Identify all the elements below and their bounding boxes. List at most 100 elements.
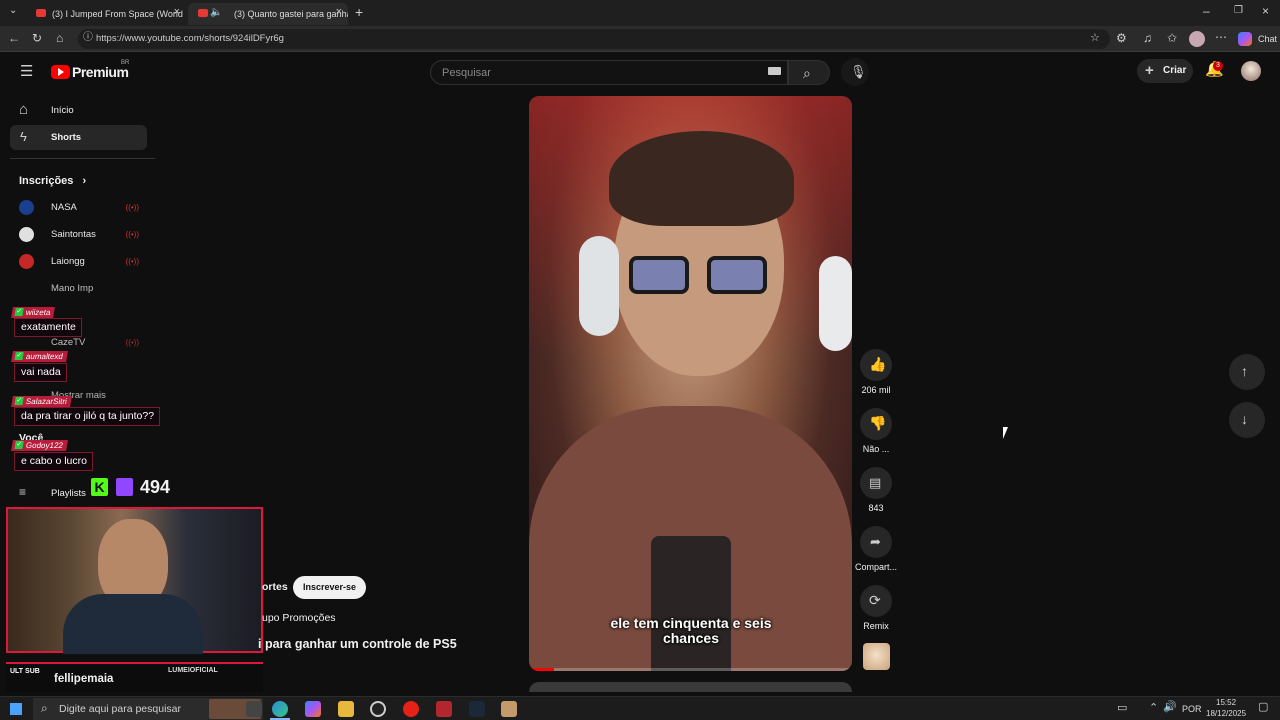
voice-search-button[interactable]: 🎙	[841, 58, 869, 86]
check-icon: ✓	[14, 441, 24, 449]
video-caption: ele tem cinquenta e seis chances	[610, 615, 772, 646]
live-indicator-icon: ((•))	[125, 203, 139, 212]
volume-icon[interactable]: 🔊	[1163, 702, 1177, 713]
sidebar-subscription-laiongg[interactable]: Laiongg ((•))	[10, 251, 155, 271]
subscribe-button[interactable]: Inscrever-se	[293, 576, 366, 599]
sidebar-item-home[interactable]: ⌂ Início	[10, 98, 147, 123]
taskbar-search-placeholder: Digite aqui para pesquisar	[59, 703, 181, 715]
keyboard-layout-icon[interactable]: ▭	[1117, 703, 1127, 714]
search-button[interactable]: ⌕	[788, 60, 830, 85]
share-icon: ➦	[870, 534, 881, 549]
short-group-text[interactable]: upo Promoções	[262, 612, 336, 624]
file-explorer-icon[interactable]	[338, 701, 354, 717]
create-button[interactable]: + Criar	[1137, 59, 1193, 83]
close-tab-icon[interactable]: ×	[336, 6, 342, 18]
sound-thumbnail[interactable]	[863, 643, 890, 670]
youtube-favicon-icon	[36, 9, 46, 17]
app-icon[interactable]	[501, 701, 517, 717]
play-triangle-icon	[58, 68, 64, 76]
video-progress-bar[interactable]	[529, 668, 852, 671]
language-indicator[interactable]: POR	[1182, 704, 1202, 714]
youtube-app-icon[interactable]	[403, 701, 419, 717]
share-button[interactable]: ➦	[860, 526, 892, 558]
favorites-icon[interactable]: ✩	[1167, 32, 1177, 44]
copilot-icon[interactable]	[1238, 32, 1252, 46]
subscriptions-title: Inscrições	[19, 175, 74, 187]
steam-icon[interactable]	[469, 701, 485, 717]
home-icon[interactable]: ⌂	[56, 32, 63, 44]
clock-time[interactable]: 15:52	[1216, 698, 1236, 707]
sidebar-item-playlists[interactable]: ≡ Playlists	[19, 486, 99, 502]
channel-avatar	[19, 200, 34, 215]
collections-icon[interactable]: ♫	[1143, 32, 1152, 44]
short-title[interactable]: i para ganhar um controle de PS5	[258, 637, 457, 651]
windows-start-icon[interactable]	[10, 703, 22, 715]
remix-label: Remix	[863, 621, 889, 631]
subscriptions-header[interactable]: Inscrições ›	[19, 175, 86, 187]
extensions-icon[interactable]: ⚙	[1116, 32, 1127, 44]
obs-icon[interactable]	[370, 701, 386, 717]
channel-name-fragment[interactable]: ortes	[262, 581, 288, 593]
task-view-icon[interactable]	[246, 701, 262, 717]
short-video-player[interactable]: ele tem cinquenta e seis chances	[529, 96, 852, 671]
tab-jumped-from-space[interactable]: (3) I Jumped From Space (World R ×	[26, 3, 186, 25]
account-avatar[interactable]	[1241, 61, 1261, 81]
speaker-icon[interactable]: 🔈	[210, 8, 222, 18]
tab-title: (3) Quanto gastei para ganhar	[234, 9, 348, 19]
clock-date[interactable]: 18/12/2025	[1206, 709, 1246, 718]
next-short-button[interactable]: ↓	[1229, 402, 1265, 438]
minimize-icon[interactable]: –	[1203, 5, 1210, 17]
keyboard-icon[interactable]	[768, 67, 781, 75]
profile-avatar[interactable]	[1189, 31, 1205, 47]
arrow-down-icon: ↓	[1241, 411, 1248, 427]
sidebar-subscription-nasa[interactable]: NASA ((•))	[10, 197, 155, 217]
youtube-page: ☰ Premium BR Pesquisar ⌕ 🎙 + Criar 🔔 3 ⌂…	[0, 52, 1280, 692]
edge-browser-icon[interactable]	[272, 701, 288, 717]
sidebar-item-shorts[interactable]: ϟ Shorts	[10, 125, 147, 150]
previous-short-button[interactable]: ↑	[1229, 354, 1265, 390]
chat-button[interactable]: Chat	[1258, 34, 1277, 44]
app-icon[interactable]	[436, 701, 452, 717]
reload-icon[interactable]: ↻	[32, 32, 42, 44]
close-window-icon[interactable]: ×	[1262, 5, 1269, 17]
dislike-label: Não ...	[862, 444, 890, 454]
chat-username: ✓ wiizeta	[11, 307, 56, 318]
show-hidden-icons-icon[interactable]: ⌃	[1149, 703, 1158, 714]
address-toolbar: ← ↻ ⌂ ⓘ https://www.youtube.com/shorts/9…	[0, 26, 1280, 52]
copilot-taskbar-icon[interactable]	[305, 701, 321, 717]
webcam-overlay	[6, 507, 263, 654]
new-tab-icon[interactable]: +	[355, 5, 363, 19]
dislike-button[interactable]: 👎	[860, 408, 892, 440]
like-button[interactable]: 👍	[860, 349, 892, 381]
site-info-icon[interactable]: ⓘ	[83, 33, 93, 43]
tab-quanto-gastei[interactable]: 🔈 (3) Quanto gastei para ganhar ×	[188, 3, 348, 25]
chat-message: exatamente	[14, 318, 82, 337]
close-tab-icon[interactable]: ×	[174, 6, 180, 18]
check-icon: ✓	[14, 308, 24, 316]
chat-username: ✓ SalazarSitri	[11, 396, 72, 407]
comments-button[interactable]: ▤	[860, 467, 892, 499]
microphone	[651, 536, 731, 671]
chat-username-text: wiizeta	[25, 308, 52, 317]
more-menu-icon[interactable]: ⋯	[1215, 31, 1227, 43]
favorite-star-icon[interactable]: ☆	[1090, 33, 1100, 44]
sidebar-subscription-saintontas[interactable]: Saintontas ((•))	[10, 224, 155, 244]
plus-icon: +	[1145, 62, 1154, 79]
remix-button[interactable]: ⟳	[860, 585, 892, 617]
maximize-icon[interactable]: ❐	[1234, 6, 1243, 16]
live-indicator-icon: ((•))	[125, 230, 139, 239]
chat-username-text: Godoy122	[25, 441, 64, 450]
back-icon[interactable]: ←	[8, 32, 20, 44]
tab-list-icon[interactable]: ⌄	[9, 6, 17, 16]
url-text: https://www.youtube.com/shorts/924ilDFyr…	[96, 33, 284, 44]
chat-username: ✓ Godoy122	[11, 440, 68, 451]
url-field[interactable]: ⓘ https://www.youtube.com/shorts/924ilDF…	[78, 29, 1110, 49]
check-icon: ✓	[14, 397, 24, 405]
search-input[interactable]: Pesquisar	[430, 60, 788, 85]
sidebar-subscription-mano-imp[interactable]: Mano Imp	[10, 278, 155, 298]
search-icon: ⌕	[41, 701, 48, 715]
menu-icon[interactable]: ☰	[20, 64, 33, 79]
dislike-icon: 👎	[869, 415, 887, 431]
notifications-center-icon[interactable]: ▢	[1258, 702, 1268, 713]
taskbar-search-input[interactable]: ⌕ Digite aqui para pesquisar	[33, 698, 263, 720]
